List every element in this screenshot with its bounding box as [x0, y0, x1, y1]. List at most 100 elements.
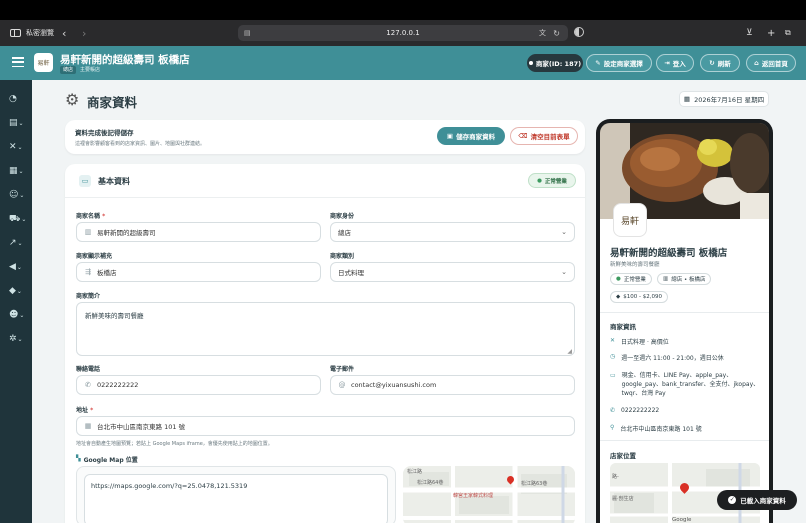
signpost-icon: ⇶ — [85, 268, 91, 276]
gear-icon: ✲ — [9, 334, 17, 344]
new-tab-icon[interactable]: + — [767, 20, 775, 46]
header-shop-name: 易軒新開的超級壽司 板橋店 — [60, 54, 190, 66]
role-badge: 主要帳店 — [80, 67, 101, 73]
utensils-icon: ✕ — [9, 142, 17, 152]
save-button[interactable]: ▣ 儲存商家資料 — [437, 127, 505, 145]
phone-icon: ✆ — [610, 407, 616, 414]
preview-status-chip: ● 正常營業 — [610, 273, 652, 285]
preview-category: ✕ 日式料理 · 高價位 — [610, 337, 669, 346]
map-url-textarea[interactable]: https://maps.google.com/?q=25.0478,121.5… — [84, 474, 388, 523]
map-icon: ▚ — [76, 455, 81, 462]
section-title: 基本資料 — [98, 177, 130, 186]
section-divider — [65, 197, 585, 198]
address-input[interactable]: ▦ 台北市中山區南京東路 101 號 — [76, 416, 575, 436]
download-icon[interactable]: ⊻ — [746, 20, 753, 46]
sidebar-item-menu[interactable]: ✕ ⌄ — [9, 141, 27, 153]
scooter-icon: ⛟ — [9, 213, 21, 224]
url-text: 127.0.0.1 — [386, 29, 420, 37]
credit-card-icon: ▭ — [610, 372, 616, 379]
clear-form-button[interactable]: ⌫ 清空目前表單 — [510, 127, 578, 145]
home-icon: ⌂ — [754, 59, 759, 67]
intro-textarea[interactable]: 新鮮美味的壽司餐廳 ◢ — [76, 302, 575, 356]
preview-map-label: 路- — [612, 474, 619, 480]
sidebar-item-orders[interactable]: ▤ ⌄ — [9, 117, 27, 129]
preview-price-chip: ◆ $100 - $2,090 — [610, 291, 668, 303]
mobile-preview: 易軒 易軒新開的超級壽司 板橋店 新鮮美味的壽司餐廳 ● 正常營業 ▥ 總店 • 板… — [596, 119, 773, 523]
address-hint: 地址會自動產生地圖預覽；若貼上 Google Maps iframe，會優先使用… — [76, 441, 273, 447]
chevron-down-icon: ⌄ — [16, 263, 22, 271]
email-input[interactable]: @ contact@yixuansushi.com — [330, 375, 575, 395]
address-bar[interactable]: ▤ 127.0.0.1 文 ↻ — [238, 25, 568, 41]
forward-icon[interactable]: › — [82, 20, 86, 46]
toast-notification: ✓ 已載入商家資料 — [717, 490, 797, 510]
chevron-down-icon: ⌄ — [18, 167, 24, 175]
sidebar-item-delivery[interactable]: ⛟ ⌄ — [9, 213, 27, 225]
email-label: 電子郵件 — [330, 366, 355, 373]
preview-map-label: 麗·剖生店 — [612, 496, 634, 502]
shop-name-label: 商家名稱 * — [76, 213, 106, 220]
refresh-icon: ↻ — [709, 59, 715, 67]
clipboard-icon: ▤ — [9, 118, 18, 128]
users-icon: ☺ — [9, 190, 19, 200]
sidebar-item-reservations[interactable]: ▦ ⌄ — [9, 165, 27, 177]
phone-icon: ✆ — [85, 381, 91, 389]
chevron-down-icon: ⌄ — [16, 287, 22, 295]
reminder-title: 資料完成後記得儲存 — [75, 129, 134, 137]
login-button[interactable]: ⇥ 登入 — [656, 54, 694, 72]
resize-handle-icon[interactable]: ◢ — [567, 348, 572, 355]
shop-logo: 易軒 — [34, 53, 53, 72]
preview-logo: 易軒 — [613, 203, 647, 237]
sidebar-item-staff[interactable]: ☻ ⌄ — [9, 309, 27, 321]
merchant-id-pill: 商家(ID: 187) — [527, 54, 583, 72]
sidebar-toggle-icon[interactable] — [10, 29, 21, 37]
preview-phone: ✆ 0222222222 — [610, 407, 660, 414]
reload-icon[interactable]: ↻ — [553, 29, 560, 38]
display-suffix-label: 商家顯示補充 — [76, 253, 113, 260]
home-button[interactable]: ⌂ 返回首頁 — [746, 54, 796, 72]
display-suffix-input[interactable]: ⇶ 板橋店 — [76, 262, 321, 282]
user-gear-icon: ☻ — [9, 310, 19, 320]
sidebar-item-marketing[interactable]: ◀ ⌄ — [9, 261, 27, 273]
set-merchant-button[interactable]: ✎ 設定商家選擇 — [586, 54, 652, 72]
category-select[interactable]: 日式料理 ⌄ — [330, 262, 575, 282]
identity-select[interactable]: 總店 ⌄ — [330, 222, 575, 242]
check-circle-icon: ✓ — [728, 496, 737, 504]
translate-icon[interactable]: 文 — [539, 28, 546, 38]
page-gear-icon: ⚙ — [65, 90, 80, 109]
tag-icon: ◆ — [9, 286, 16, 296]
page-title: 商家資料 — [87, 95, 138, 110]
sidebar-item-dashboard[interactable]: ◔ — [9, 93, 27, 105]
site-info-icon[interactable]: ▤ — [244, 29, 251, 37]
menu-icon[interactable] — [12, 57, 24, 67]
intro-label: 商家簡介 — [76, 293, 101, 300]
map-street-label: 松江路63巷 — [521, 481, 548, 487]
refresh-button[interactable]: ↻ 刷新 — [700, 54, 740, 72]
megaphone-icon: ◀ — [9, 262, 16, 272]
phone-label: 聯絡電話 — [76, 366, 101, 373]
status-badge: ● 正常營業 — [528, 173, 576, 188]
google-logo: Google — [672, 517, 692, 523]
back-icon[interactable]: ‹ — [62, 20, 66, 46]
chevron-down-icon: ⌄ — [17, 239, 23, 247]
sidebar-item-coupons[interactable]: ◆ ⌄ — [9, 285, 27, 297]
phone-input[interactable]: ✆ 0222222222 — [76, 375, 321, 395]
chevron-down-icon: ⌄ — [561, 228, 567, 236]
sidebar-item-settings[interactable]: ✲ ⌄ — [9, 333, 27, 345]
preview-shop-name: 易軒新開的超級壽司 板橋店 — [610, 248, 728, 259]
at-icon: @ — [338, 381, 346, 389]
shield-icon[interactable] — [574, 27, 584, 37]
tab-overview-icon[interactable]: ⧉ — [785, 20, 791, 46]
map-preview: 松江路 松江路64巷 韓宮王家韓式料理 松江路63巷 — [403, 466, 575, 523]
sidebar-item-members[interactable]: ☺ ⌄ — [9, 189, 27, 201]
preview-address: ⚲ 台北市中山區南京東路 101 號 — [610, 424, 702, 433]
building-icon: ▦ — [84, 422, 92, 430]
chevron-down-icon: ⌄ — [17, 143, 23, 151]
chevron-down-icon: ⌄ — [18, 119, 24, 127]
preview-branch-chip: ▥ 總店 • 板橋店 — [657, 273, 712, 285]
shop-name-input[interactable]: ▥ 易軒新開的超級壽司 — [76, 222, 321, 242]
chevron-down-icon: ⌄ — [21, 215, 27, 223]
chevron-down-icon: ⌄ — [19, 191, 25, 199]
id-card-icon: ▭ — [79, 175, 91, 187]
sidebar-item-reports[interactable]: ↗ ⌄ — [9, 237, 27, 249]
identity-label: 商家身份 — [330, 213, 355, 220]
